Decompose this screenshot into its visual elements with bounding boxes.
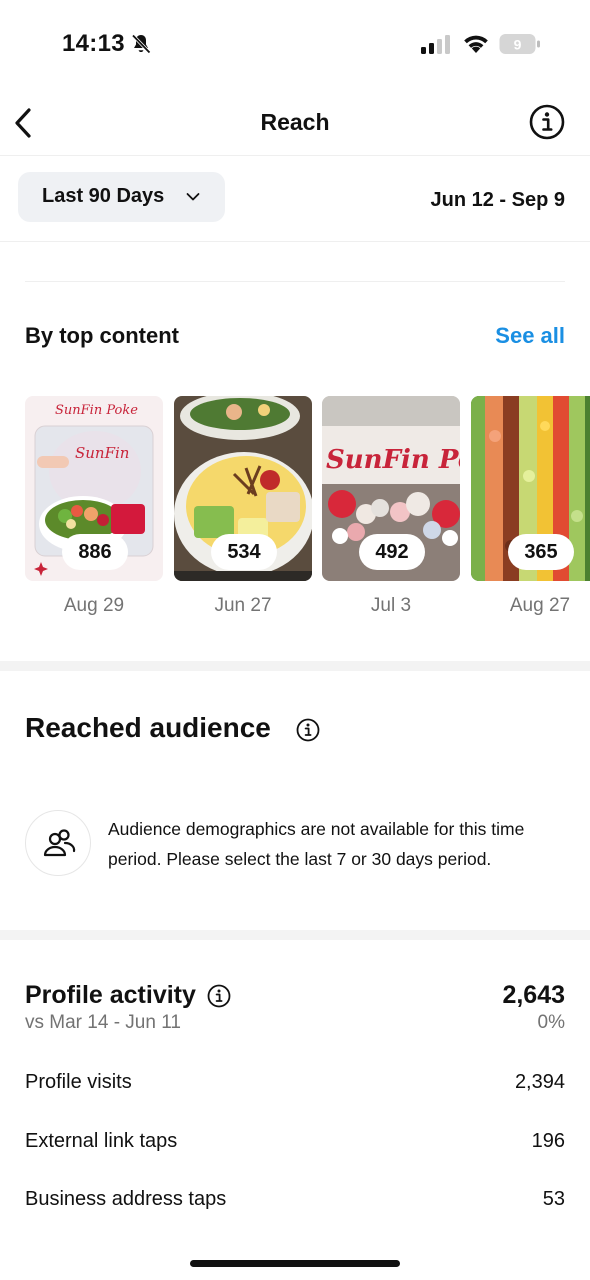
reach-count: 492 <box>359 534 425 570</box>
status-bar: 14:13 9 <box>0 0 590 90</box>
metric-value: 2,394 <box>514 1071 565 1093</box>
percent-change: 0% <box>537 1012 565 1033</box>
section-divider <box>0 661 590 671</box>
metric-value: 196 <box>531 1130 565 1152</box>
metric-label: Business address taps <box>25 1188 227 1210</box>
audience-unavailable-message: Audience demographics are not available … <box>108 819 525 869</box>
date-range: Jun 12 - Sep 9 <box>430 189 566 211</box>
thumbnail-date: Aug 29 <box>63 595 125 616</box>
battery-icon: 9 <box>499 34 540 54</box>
battery-level: 9 <box>514 37 522 53</box>
bell-slash-icon <box>131 34 151 54</box>
profile-activity-title: Profile activity <box>25 981 196 1009</box>
divider <box>25 281 565 282</box>
svg-text:SunFin: SunFin <box>75 444 129 462</box>
metric-label: Profile visits <box>25 1071 132 1093</box>
top-content-carousel: SunFin SunFin Poke 886 Aug 29 534 Jun 27 <box>25 396 590 626</box>
chevron-down-icon <box>186 193 200 201</box>
thumbnail-date: Jul 3 <box>370 595 412 616</box>
content-thumbnail[interactable]: 365 <box>471 396 590 581</box>
audience-icon-badge <box>25 810 91 876</box>
period-label: Last 90 Days <box>42 185 165 207</box>
home-indicator[interactable] <box>190 1260 400 1267</box>
reach-count: 365 <box>508 534 574 570</box>
comparison-period: vs Mar 14 - Jun 11 <box>25 1012 181 1033</box>
period-dropdown[interactable]: Last 90 Days <box>18 172 225 222</box>
reach-count: 886 <box>62 534 128 570</box>
profile-activity-total: 2,643 <box>502 981 565 1009</box>
top-content-title: By top content <box>25 323 179 348</box>
content-thumbnail[interactable]: SunFin Poke 492 <box>322 396 460 581</box>
metric-label: External link taps <box>25 1130 178 1152</box>
section-divider <box>0 930 590 940</box>
reach-count: 534 <box>211 534 277 570</box>
wifi-icon <box>464 35 488 53</box>
navigation-bar: Reach <box>0 90 590 156</box>
metric-value: 53 <box>542 1188 565 1210</box>
thumbnail-date: Aug 27 <box>509 595 571 616</box>
content-thumbnail[interactable]: SunFin SunFin Poke 886 <box>25 396 163 581</box>
content-thumbnail[interactable]: 534 <box>174 396 312 581</box>
svg-text:SunFin Poke: SunFin Poke <box>326 445 460 475</box>
people-icon <box>43 829 76 857</box>
thumbnail-date: Jun 27 <box>214 595 272 616</box>
page-title: Reach <box>260 109 330 135</box>
cellular-signal-icon <box>421 35 450 54</box>
svg-text:SunFin Poke: SunFin Poke <box>55 403 138 418</box>
see-all-link[interactable]: See all <box>495 323 565 349</box>
info-icon[interactable] <box>529 104 565 140</box>
status-time: 14:13 <box>62 30 125 57</box>
info-icon[interactable] <box>296 718 320 742</box>
info-icon[interactable] <box>207 984 231 1008</box>
date-filter-row: Last 90 Days Jun 12 - Sep 9 <box>0 156 590 242</box>
reached-audience-title: Reached audience <box>25 712 271 743</box>
